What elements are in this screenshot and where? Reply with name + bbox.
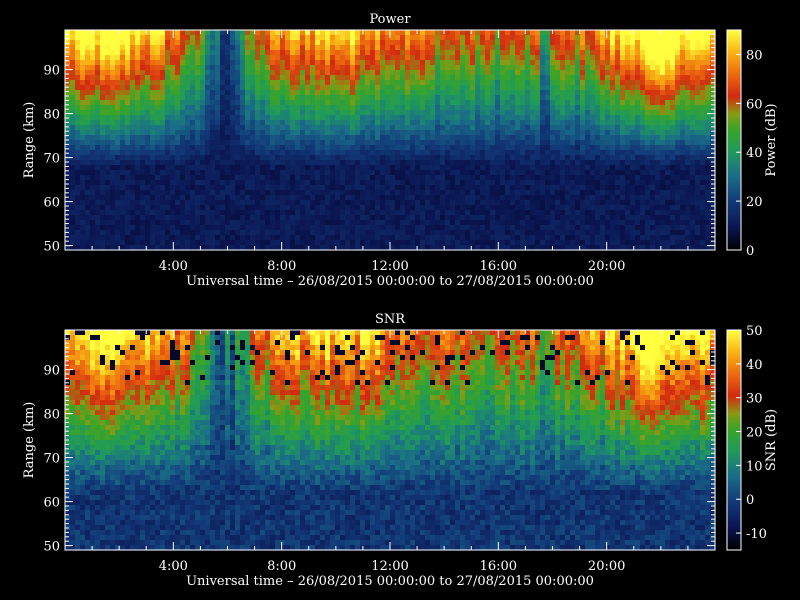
colorbar-tick-label: 40	[746, 358, 763, 373]
colorbar-tick-label: 10	[746, 459, 763, 474]
colorbar-tick-label: 30	[746, 392, 763, 407]
x-tick-label: 20:00	[588, 559, 625, 574]
power-title: Power	[369, 12, 411, 27]
power-colorbar	[726, 29, 742, 251]
x-tick-label: 4:00	[159, 259, 188, 274]
snr-colorbar-label: SNR (dB)	[764, 409, 779, 471]
power-panel: Power 50 60 70 80 90 4:00 8:00 12:00 16:00 20:00…	[22, 12, 779, 289]
snr-y-axis-label: Range (km)	[22, 402, 37, 479]
y-tick-label: 60	[43, 496, 60, 511]
x-tick-label: 8:00	[267, 559, 296, 574]
y-tick-label: 90	[43, 64, 60, 79]
snr-colorbar	[726, 329, 742, 551]
power-x-axis-label: Universal time – 26/08/2015 00:00:00 to …	[186, 274, 594, 289]
power-heatmap	[65, 30, 716, 251]
snr-heatmap	[65, 330, 716, 551]
y-tick-label: 70	[43, 452, 60, 467]
colorbar-tick-label: 0	[746, 244, 754, 259]
figure: Power 50 60 70 80 90 4:00 8:00 12:00 16:00 20:00…	[22, 12, 779, 589]
colorbar-tick-label: 20	[746, 426, 763, 441]
x-tick-label: 16:00	[480, 259, 517, 274]
colorbar-tick-label: 40	[746, 146, 763, 161]
y-tick-label: 80	[43, 108, 60, 123]
snr-title: SNR	[375, 312, 406, 327]
x-tick-label: 16:00	[480, 559, 517, 574]
snr-panel: SNR 50 60 70 80 90 4:00 8:00 12:00 16:00 20:00 R…	[22, 312, 779, 589]
y-tick-label: 60	[43, 196, 60, 211]
x-tick-label: 20:00	[588, 259, 625, 274]
y-tick-label: 70	[43, 152, 60, 167]
colorbar-tick-label: 20	[746, 195, 763, 210]
snr-x-axis-label: Universal time – 26/08/2015 00:00:00 to …	[186, 574, 594, 589]
y-tick-label: 50	[43, 540, 60, 555]
y-tick-label: 90	[43, 364, 60, 379]
y-tick-label: 50	[43, 240, 60, 255]
power-colorbar-label: Power (dB)	[764, 103, 779, 176]
colorbar-tick-label: 60	[746, 97, 763, 112]
y-tick-label: 80	[43, 408, 60, 423]
x-tick-label: 8:00	[267, 259, 296, 274]
x-tick-label: 12:00	[371, 559, 408, 574]
colorbar-tick-label: -10	[746, 527, 767, 542]
colorbar-tick-label: 0	[746, 493, 754, 508]
x-tick-label: 4:00	[159, 559, 188, 574]
x-tick-label: 12:00	[371, 259, 408, 274]
power-y-axis-label: Range (km)	[22, 102, 37, 179]
colorbar-tick-label: 80	[746, 48, 763, 63]
colorbar-tick-label: 50	[746, 324, 763, 339]
